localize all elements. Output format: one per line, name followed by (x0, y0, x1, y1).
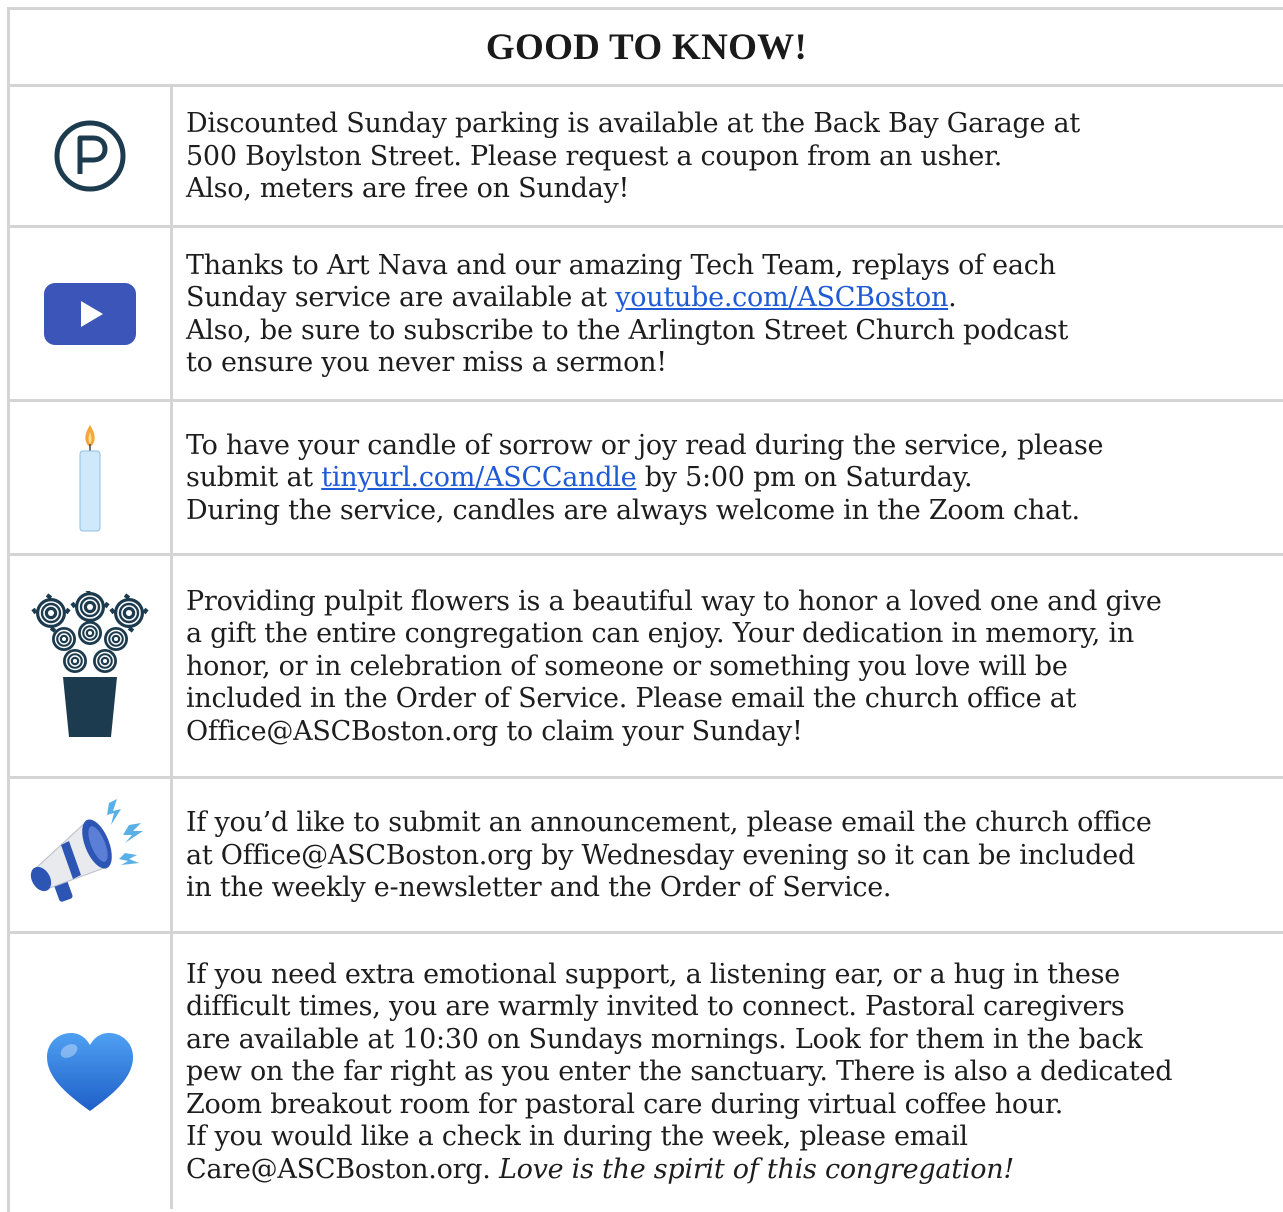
parking-text: Discounted Sunday parking is available a… (173, 87, 1283, 225)
heart-icon-cell (10, 934, 173, 1209)
text-line: a gift the entire congregation can enjoy… (186, 618, 1134, 650)
title-row: GOOD TO KNOW! (10, 10, 1283, 87)
youtube-link[interactable]: youtube.com/ASCBoston (615, 282, 948, 313)
announcement-text: If you’d like to submit an announcement,… (173, 779, 1283, 931)
page-title: GOOD TO KNOW! (485, 26, 808, 68)
text-line: Thanks to Art Nava and our amazing Tech … (186, 249, 1056, 281)
pastoral-care-row: If you need extra emotional support, a l… (10, 934, 1283, 1209)
text-line: If you need extra emotional support, a l… (186, 958, 1120, 990)
text-line: If you would like a check in during the … (186, 1121, 968, 1153)
video-text: Thanks to Art Nava and our amazing Tech … (173, 228, 1283, 399)
candle-link[interactable]: tinyurl.com/ASCCandle (321, 462, 636, 493)
flowers-icon-cell (10, 556, 173, 776)
video-play-icon (44, 282, 136, 345)
text-line: Providing pulpit flowers is a beautiful … (186, 585, 1162, 617)
text-line: in the weekly e-newsletter and the Order… (186, 872, 892, 904)
candle-text: To have your candle of sorrow or joy rea… (173, 402, 1283, 553)
text-fragment: Care@ASCBoston.org. (186, 1153, 499, 1185)
megaphone-icon (30, 799, 143, 902)
announcement-row: If you’d like to submit an announcement,… (10, 779, 1283, 934)
text-line: pew on the far right as you enter the sa… (186, 1056, 1173, 1088)
text-fragment: submit at (186, 462, 322, 494)
text-line: honor, or in celebration of someone or s… (186, 650, 1068, 682)
candle-row: To have your candle of sorrow or joy rea… (10, 402, 1283, 556)
video-row: Thanks to Art Nava and our amazing Tech … (10, 228, 1283, 402)
text-line: to ensure you never miss a sermon! (186, 347, 667, 378)
flowers-text: Providing pulpit flowers is a beautiful … (173, 556, 1283, 776)
flowers-icon (31, 591, 149, 737)
flowers-row: Providing pulpit flowers is a beautiful … (10, 556, 1283, 779)
text-line: Sunday service are available at youtube.… (186, 282, 1283, 315)
text-line: If you’d like to submit an announcement,… (186, 807, 1152, 839)
parking-row: Discounted Sunday parking is available a… (10, 87, 1283, 228)
text-line: included in the Order of Service. Please… (186, 683, 1077, 715)
candle-icon (79, 424, 101, 531)
text-fragment: by 5:00 pm on Saturday. (636, 462, 973, 494)
text-line: To have your candle of sorrow or joy rea… (186, 429, 1104, 461)
heart-icon (47, 1032, 133, 1111)
good-to-know-board: GOOD TO KNOW! Discounted Sunday parking … (7, 7, 1283, 1212)
text-line: Also, meters are free on Sunday! (186, 173, 630, 205)
pastoral-care-text: If you need extra emotional support, a l… (173, 934, 1283, 1209)
text-line: Care@ASCBoston.org. Love is the spirit o… (186, 1154, 1283, 1187)
text-line: 500 Boylston Street. Please request a co… (186, 140, 1003, 172)
text-line: Zoom breakout room for pastoral care dur… (186, 1088, 1064, 1120)
text-line: Discounted Sunday parking is available a… (186, 108, 1080, 140)
video-icon-cell (10, 228, 173, 399)
text-line: difficult times, you are warmly invited … (186, 991, 1125, 1023)
candle-icon-cell (10, 402, 173, 553)
parking-icon-cell (10, 87, 173, 225)
text-line: Also, be sure to subscribe to the Arling… (186, 314, 1069, 346)
text-fragment: Sunday service are available at (186, 282, 616, 313)
text-line: are available at 10:30 on Sundays mornin… (186, 1023, 1143, 1055)
text-line: submit at tinyurl.com/ASCCandle by 5:00 … (186, 462, 1283, 495)
parking-icon (54, 120, 126, 192)
text-line: Office@ASCBoston.org to claim your Sunda… (186, 715, 803, 747)
megaphone-icon-cell (10, 779, 173, 931)
closing-motto: Love is the spirit of this congregation! (498, 1153, 1015, 1185)
text-line: at Office@ASCBoston.org by Wednesday eve… (186, 839, 1135, 871)
text-line: During the service, candles are always w… (186, 494, 1080, 526)
text-fragment: . (948, 282, 957, 313)
